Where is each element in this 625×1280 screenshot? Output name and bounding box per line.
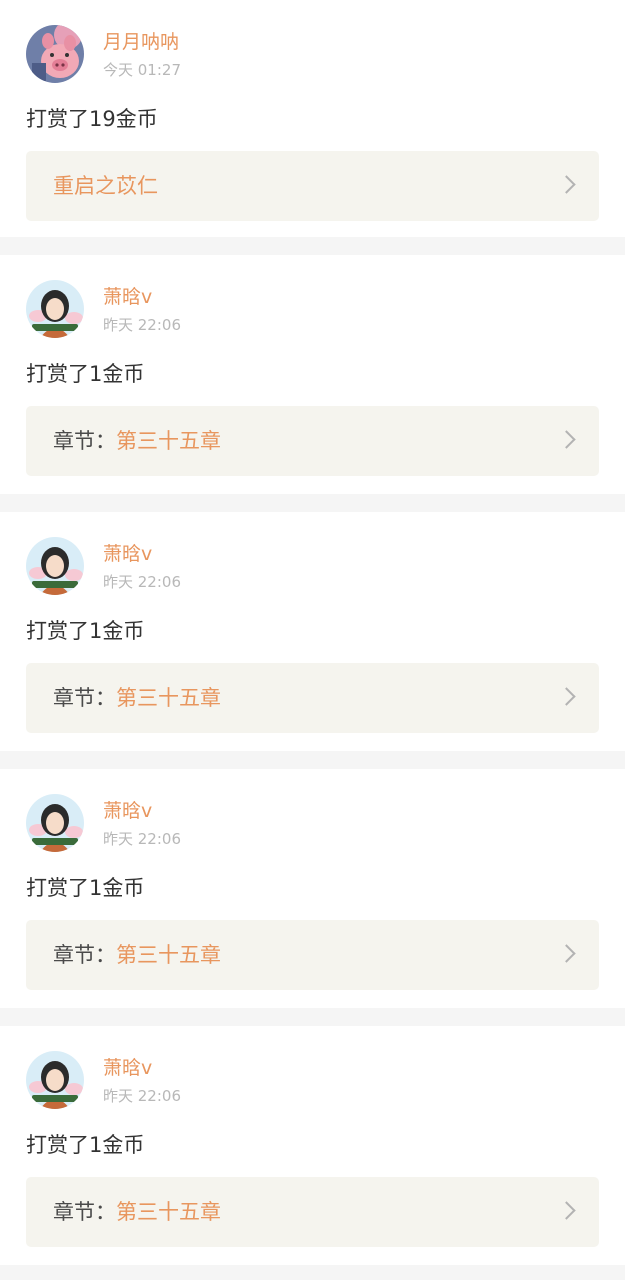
girl-avatar-icon[interactable] (26, 1051, 84, 1109)
reward-action-text: 打赏了1金币 (26, 876, 145, 900)
pig-avatar-icon[interactable] (26, 25, 84, 83)
chevron-right-icon (557, 430, 576, 449)
reward-card: 萧晗v 昨天 22:06 打赏了1金币 章节：第三十五章 (0, 1026, 625, 1265)
book-title: 重启之苡仁 (53, 174, 158, 198)
timestamp: 昨天 22:06 (103, 316, 181, 334)
girl-avatar-icon[interactable] (26, 280, 84, 338)
chevron-right-icon (557, 1201, 576, 1220)
book-link[interactable]: 重启之苡仁 (26, 151, 599, 221)
chapter-link[interactable]: 章节：第三十五章 (26, 406, 599, 476)
chapter-title: 第三十五章 (116, 1200, 221, 1224)
reward-action-text: 打赏了1金币 (26, 362, 145, 386)
reward-card: 萧晗v 昨天 22:06 打赏了1金币 章节：第三十五章 (0, 769, 625, 1008)
reward-card: 月月呐呐 今天 01:27 打赏了19金币 重启之苡仁 (0, 0, 625, 237)
reward-action-text: 打赏了19金币 (26, 107, 158, 131)
username[interactable]: 萧晗v (103, 800, 152, 822)
ref-text: 章节：第三十五章 (53, 1199, 221, 1225)
chapter-label: 章节： (53, 1200, 116, 1224)
chapter-link[interactable]: 章节：第三十五章 (26, 663, 599, 733)
chapter-title: 第三十五章 (116, 429, 221, 453)
ref-text: 章节：第三十五章 (53, 942, 221, 968)
ref-text: 重启之苡仁 (53, 173, 158, 199)
chapter-link[interactable]: 章节：第三十五章 (26, 920, 599, 990)
chapter-label: 章节： (53, 943, 116, 967)
reward-card: 萧晗v 昨天 22:06 打赏了1金币 章节：第三十五章 (0, 512, 625, 751)
username[interactable]: 萧晗v (103, 1057, 152, 1079)
chevron-right-icon (557, 175, 576, 194)
chapter-link[interactable]: 章节：第三十五章 (26, 1177, 599, 1247)
username[interactable]: 萧晗v (103, 543, 152, 565)
chapter-label: 章节： (53, 429, 116, 453)
chapter-title: 第三十五章 (116, 686, 221, 710)
chevron-right-icon (557, 687, 576, 706)
username[interactable]: 月月呐呐 (103, 31, 179, 53)
timestamp: 昨天 22:06 (103, 830, 181, 848)
girl-avatar-icon[interactable] (26, 794, 84, 852)
reward-action-text: 打赏了1金币 (26, 1133, 145, 1157)
ref-text: 章节：第三十五章 (53, 685, 221, 711)
chevron-right-icon (557, 944, 576, 963)
chapter-label: 章节： (53, 686, 116, 710)
girl-avatar-icon[interactable] (26, 537, 84, 595)
reward-action-text: 打赏了1金币 (26, 619, 145, 643)
reward-card: 萧晗v 昨天 22:06 打赏了1金币 章节：第三十五章 (0, 255, 625, 494)
timestamp: 今天 01:27 (103, 61, 181, 79)
username[interactable]: 萧晗v (103, 286, 152, 308)
reward-feed: 月月呐呐 今天 01:27 打赏了19金币 重启之苡仁 萧晗v 昨天 22:06… (0, 0, 625, 1265)
timestamp: 昨天 22:06 (103, 573, 181, 591)
ref-text: 章节：第三十五章 (53, 428, 221, 454)
chapter-title: 第三十五章 (116, 943, 221, 967)
timestamp: 昨天 22:06 (103, 1087, 181, 1105)
